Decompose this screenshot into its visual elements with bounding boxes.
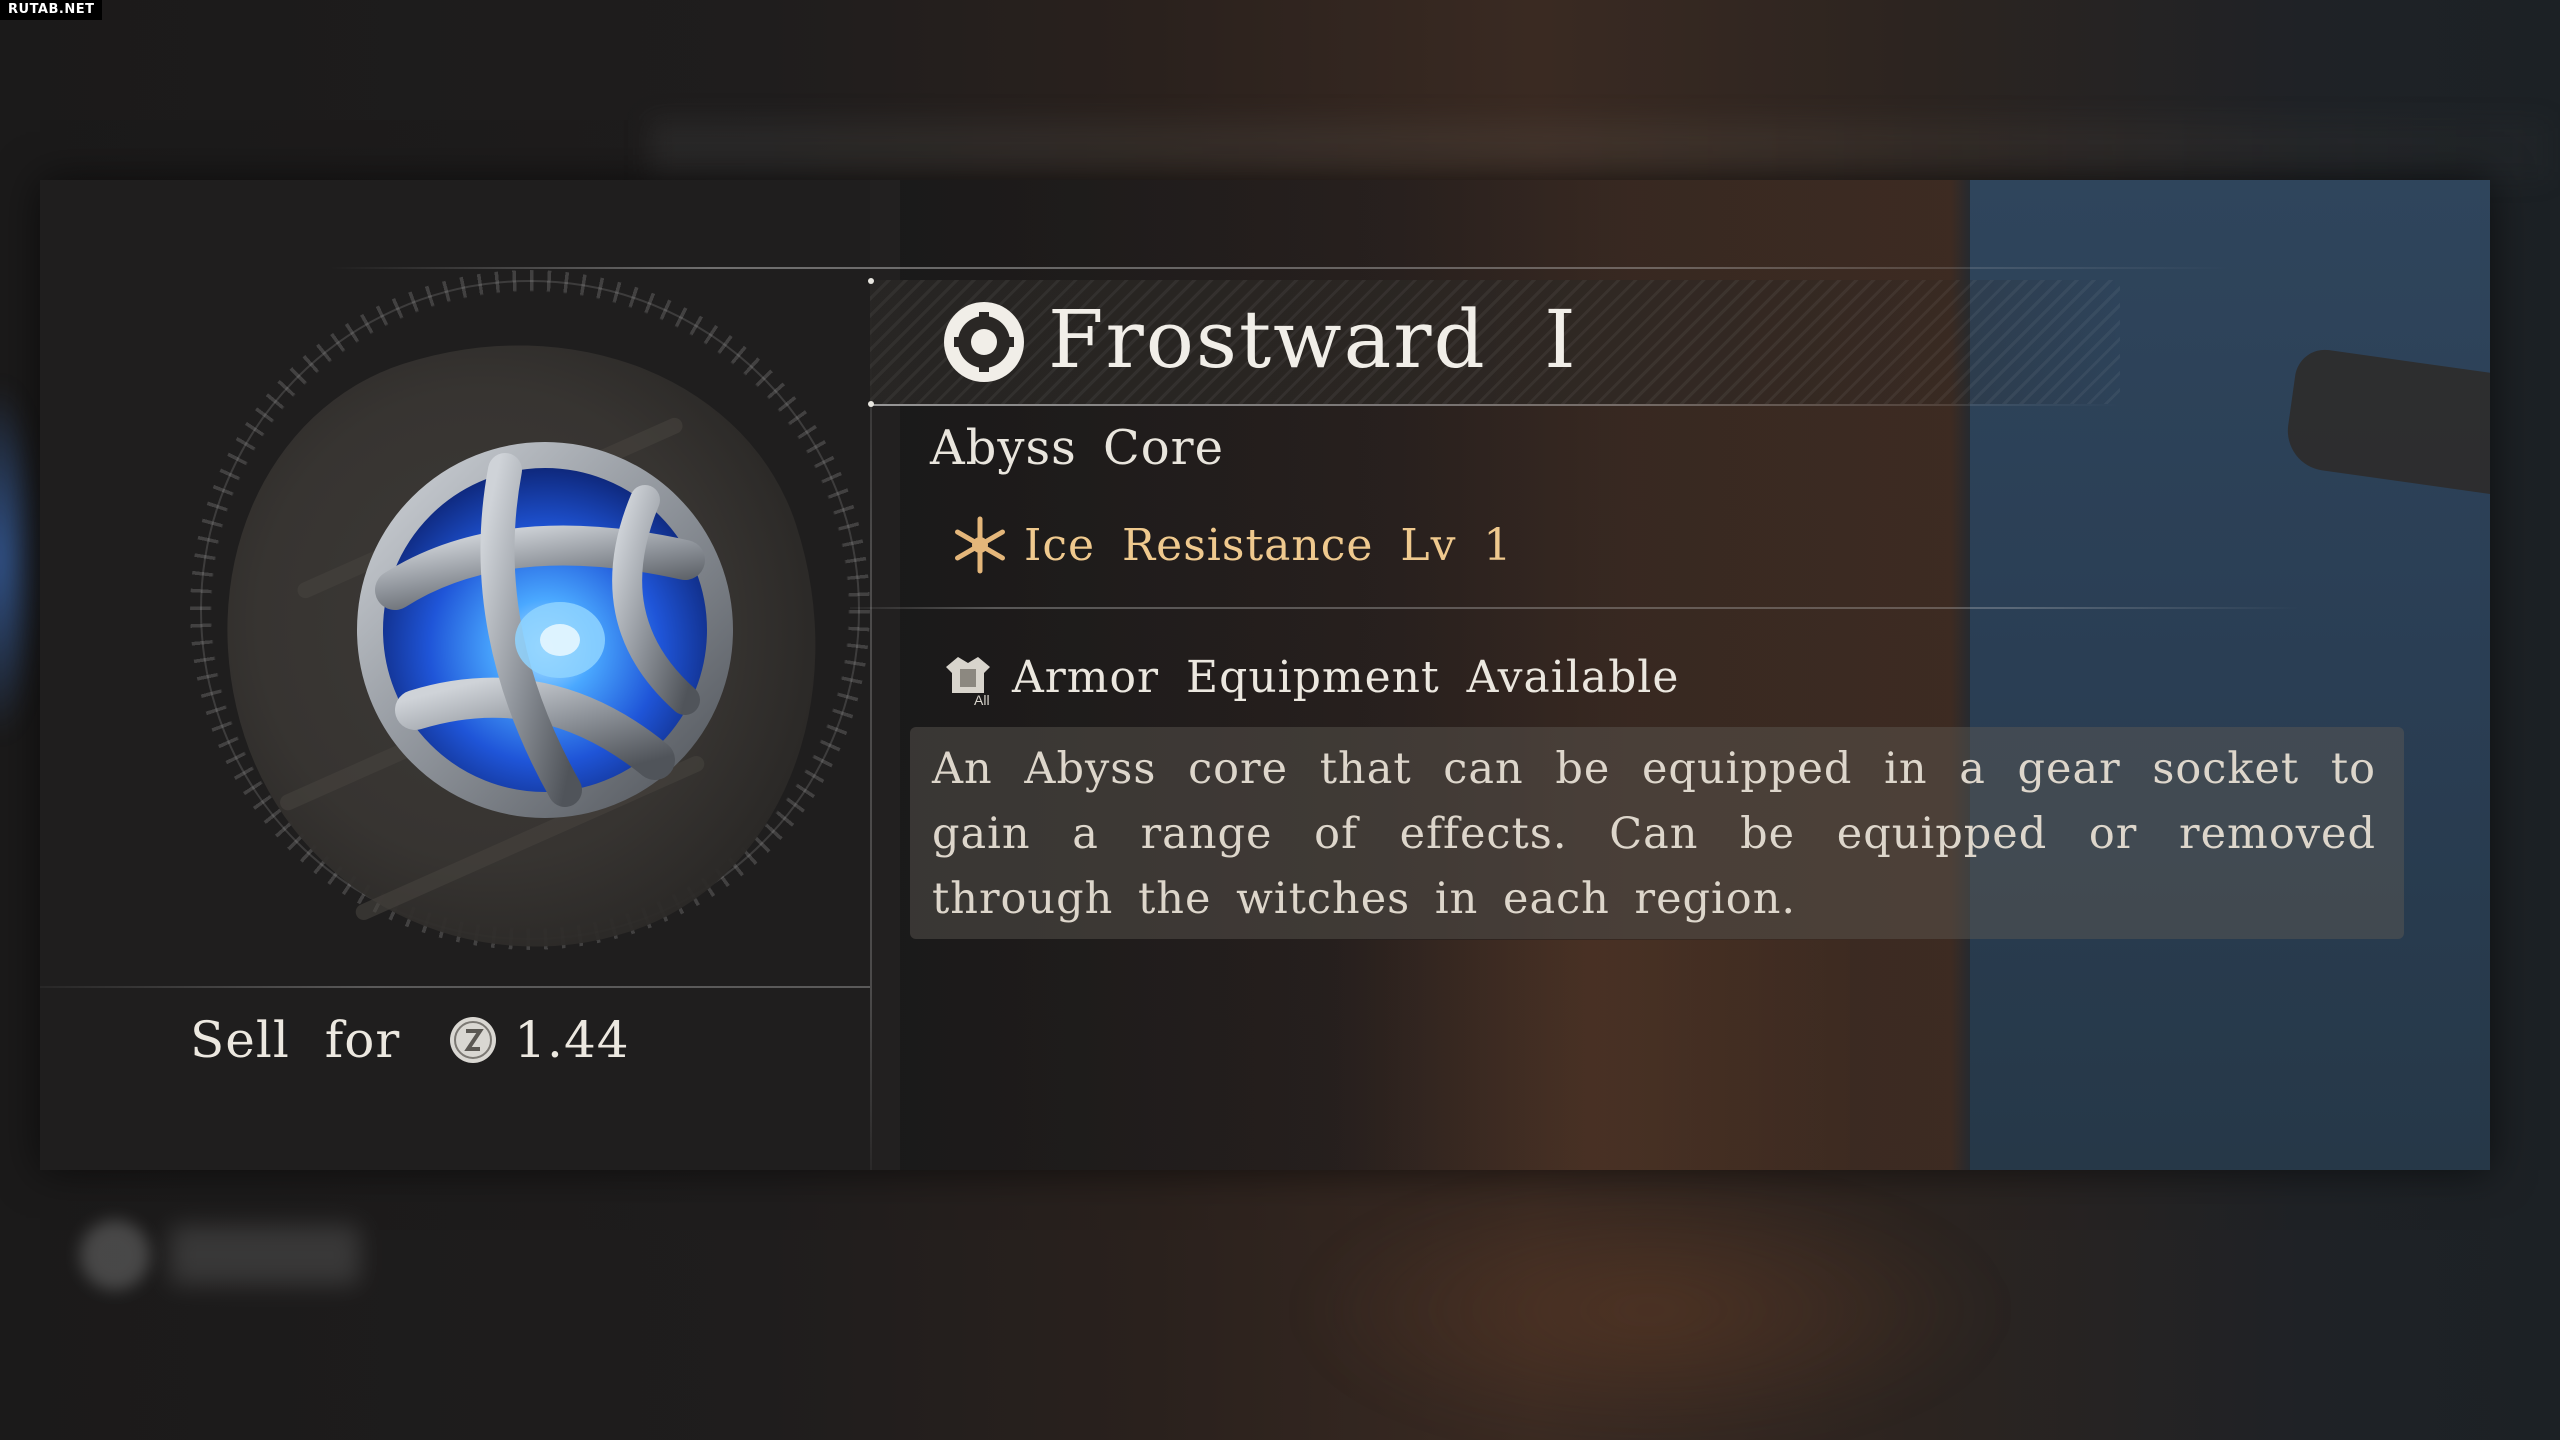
svg-text:All: All bbox=[974, 692, 990, 707]
effect-label: Ice Resistance Lv 1 bbox=[1024, 519, 1513, 571]
sell-price-row: Sell for 1.44 bbox=[190, 1005, 630, 1075]
abyss-core-orb-icon bbox=[355, 440, 735, 820]
background-blurred-coin-icon bbox=[80, 1220, 150, 1290]
info-divider bbox=[850, 607, 2300, 609]
item-title: Frostward I bbox=[1048, 293, 1578, 386]
item-detail-panel: Sell for 1.44 Frostward I Abyss Core Ice… bbox=[40, 180, 2490, 1170]
sell-divider bbox=[40, 986, 870, 988]
sell-label: Sell for bbox=[190, 1011, 401, 1069]
item-type: Abyss Core bbox=[930, 420, 1225, 476]
equip-availability-label: Armor Equipment Available bbox=[1012, 651, 1680, 703]
equip-availability: All Armor Equipment Available bbox=[938, 642, 1679, 712]
column-divider bbox=[870, 280, 872, 1170]
rule-dot bbox=[868, 401, 874, 407]
description-box: An Abyss core that can be equipped in a … bbox=[910, 727, 2404, 939]
snowflake-icon bbox=[950, 515, 1010, 575]
sell-price-value: 1.44 bbox=[514, 1011, 630, 1069]
abyss-core-type-icon bbox=[940, 298, 1028, 386]
panel-wood-backdrop bbox=[1330, 940, 1850, 1170]
title-top-rule bbox=[330, 267, 2230, 269]
watermark: RUTAB.NET bbox=[0, 0, 103, 20]
silver-coin-icon bbox=[448, 1015, 498, 1065]
background-blurred-value bbox=[170, 1225, 360, 1285]
background-blue-glow bbox=[0, 380, 40, 740]
armor-icon: All bbox=[938, 647, 998, 708]
title-bottom-rule bbox=[870, 404, 2120, 406]
rule-dot bbox=[868, 278, 874, 284]
item-description: An Abyss core that can be equipped in a … bbox=[932, 744, 2376, 924]
background-blurred-header bbox=[650, 120, 2550, 180]
item-effect: Ice Resistance Lv 1 bbox=[950, 510, 1512, 580]
background-warm-light bbox=[1300, 1180, 2000, 1440]
